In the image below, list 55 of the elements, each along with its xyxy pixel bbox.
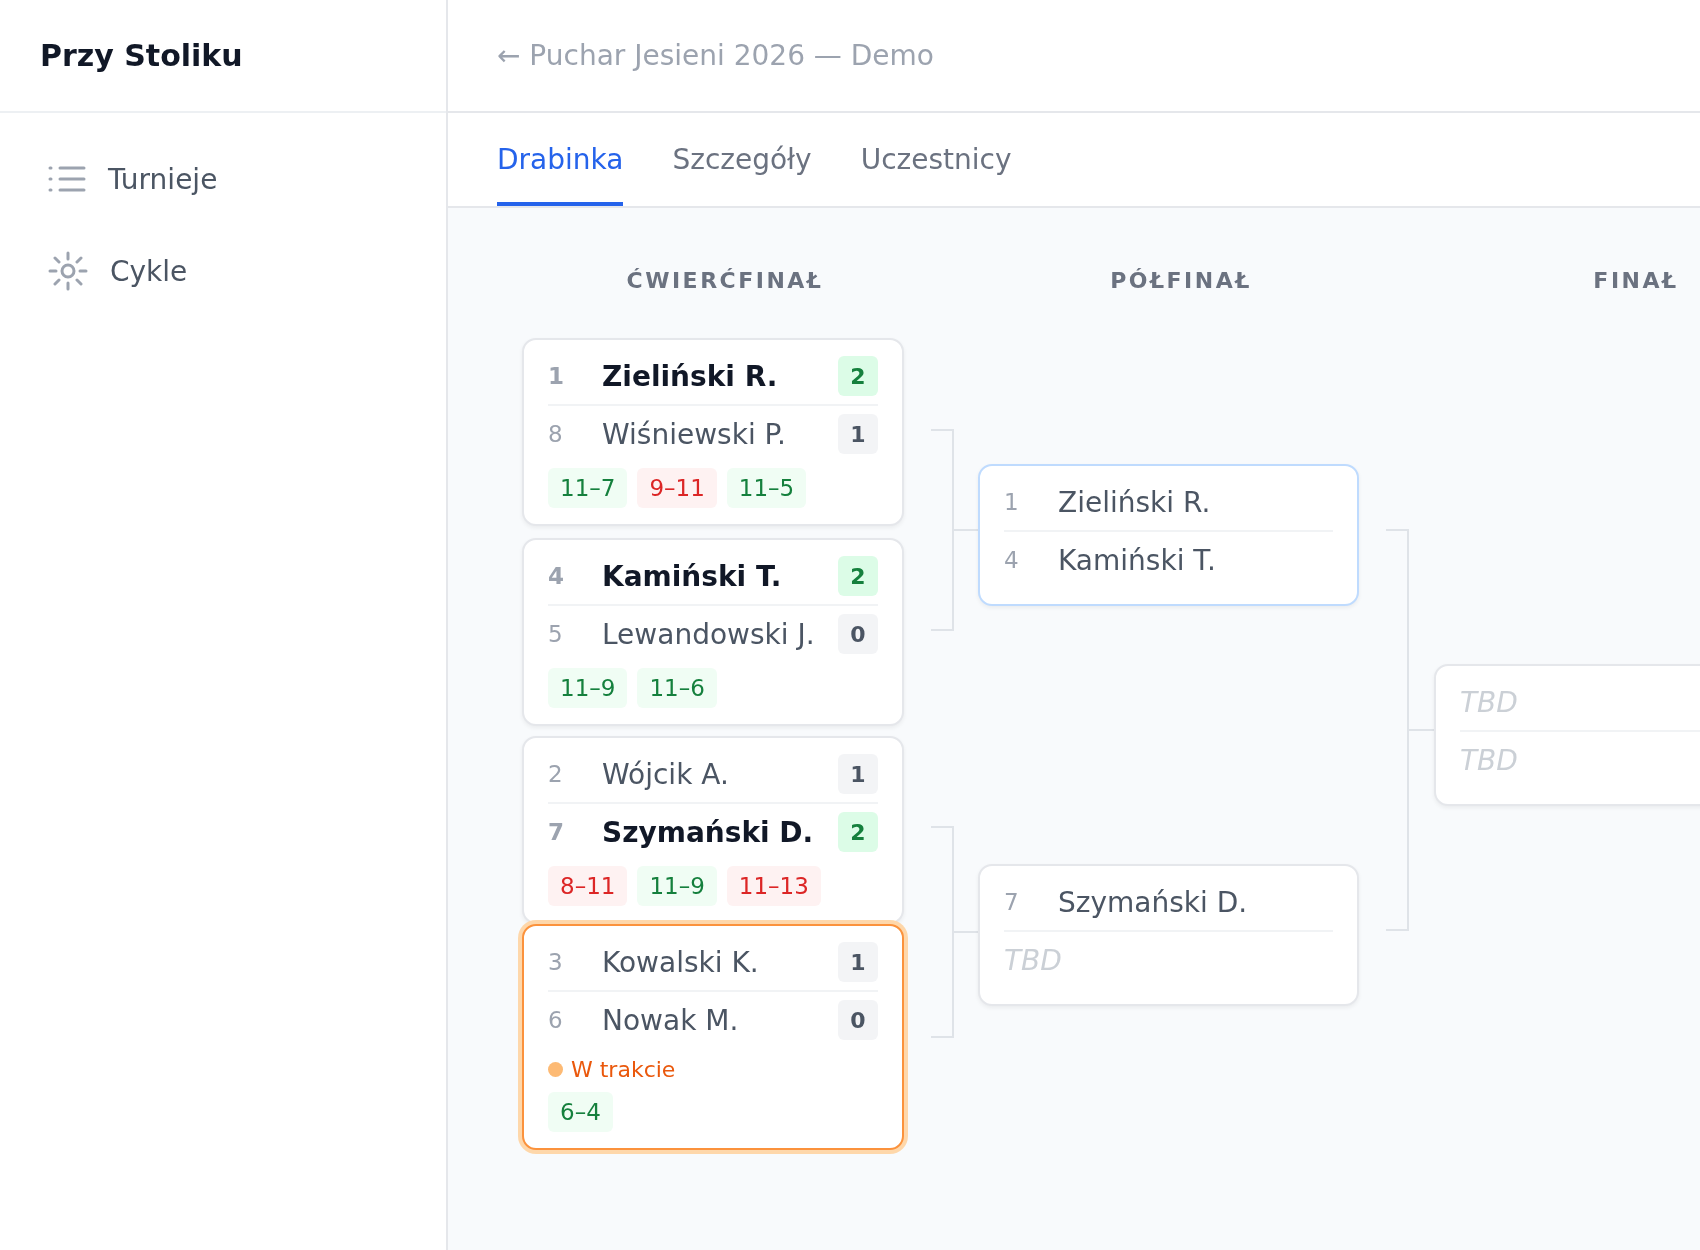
app-title: Przy Stoliku xyxy=(40,38,243,73)
player-name: Zieliński R. xyxy=(1058,485,1212,519)
match-score: 2 xyxy=(838,812,878,852)
player-name: Wiśniewski P. xyxy=(602,417,787,451)
match-score: 2 xyxy=(838,556,878,596)
seed-number: 2 xyxy=(548,761,564,787)
player-name: Szymański D. xyxy=(1058,885,1249,919)
status-dot xyxy=(548,1061,563,1077)
match-score: 0 xyxy=(838,614,878,654)
nav-item[interactable]: Cykle xyxy=(48,245,446,297)
seed-number: 4 xyxy=(548,563,565,589)
seed-number: 5 xyxy=(548,621,564,647)
player-name: Nowak M. xyxy=(602,1003,740,1037)
seed-number: 7 xyxy=(1004,889,1020,915)
nav-item[interactable]: Turnieje xyxy=(48,153,446,205)
tab[interactable]: Szczegóły xyxy=(672,113,812,206)
seed-number: 1 xyxy=(1004,489,1020,515)
seed-number: 1 xyxy=(548,363,565,389)
seed-number: 8 xyxy=(548,421,564,447)
match-score: 1 xyxy=(838,414,878,454)
set-score: 8–11 xyxy=(548,866,628,906)
player-name: Kamiński T. xyxy=(602,559,783,593)
player-name: Kamiński T. xyxy=(1058,543,1217,577)
match-score: 1 xyxy=(838,754,878,794)
tab[interactable]: Uczestnicy xyxy=(860,113,1012,206)
match-score: 2 xyxy=(838,356,878,396)
set-score: 11–6 xyxy=(637,668,717,708)
set-score: 11–9 xyxy=(548,668,628,708)
set-score: 11–7 xyxy=(548,468,628,508)
player-name: Lewandowski J. xyxy=(602,617,816,651)
sun-icon xyxy=(48,251,88,291)
seed-number: 3 xyxy=(548,949,564,975)
set-score: 11–9 xyxy=(637,866,717,906)
player-name: Szymański D. xyxy=(602,815,815,849)
round-title: ĆWIERĆFINAŁ xyxy=(626,268,824,293)
seed-number: 4 xyxy=(1004,547,1020,573)
seed-number: 7 xyxy=(548,819,565,845)
player-name: Kowalski K. xyxy=(602,945,760,979)
seed-number: 6 xyxy=(548,1007,564,1033)
player-name: Zieliński R. xyxy=(602,359,779,393)
match-score: 1 xyxy=(838,942,878,982)
player-name: Wójcik A. xyxy=(602,757,730,791)
set-score: 11–5 xyxy=(726,468,807,508)
set-score: 6–4 xyxy=(548,1092,613,1132)
match-card[interactable]: 4 Kamiński T. 2 5 Lewandowski J. 0 11–9 11–6 xyxy=(522,538,904,726)
match-card[interactable]: 1 Zieliński R. 4 Kamiński T. xyxy=(978,464,1359,606)
set-score: 11–13 xyxy=(726,866,821,906)
match-score: 0 xyxy=(838,1000,878,1040)
match-card[interactable]: 1 Zieliński R. 2 8 Wiśniewski P. 1 11–7 9–11 11–5 xyxy=(522,338,904,526)
set-score: 9–11 xyxy=(637,468,717,508)
match-card[interactable]: 2 Wójcik A. 1 7 Szymański D. 2 8–11 11–9 11–13 xyxy=(522,736,904,924)
round-title: FINAŁ xyxy=(1593,268,1679,293)
status-label: W trakcie xyxy=(571,1056,676,1082)
round-title: PÓŁFINAŁ xyxy=(1110,268,1252,293)
list-icon xyxy=(48,165,86,193)
